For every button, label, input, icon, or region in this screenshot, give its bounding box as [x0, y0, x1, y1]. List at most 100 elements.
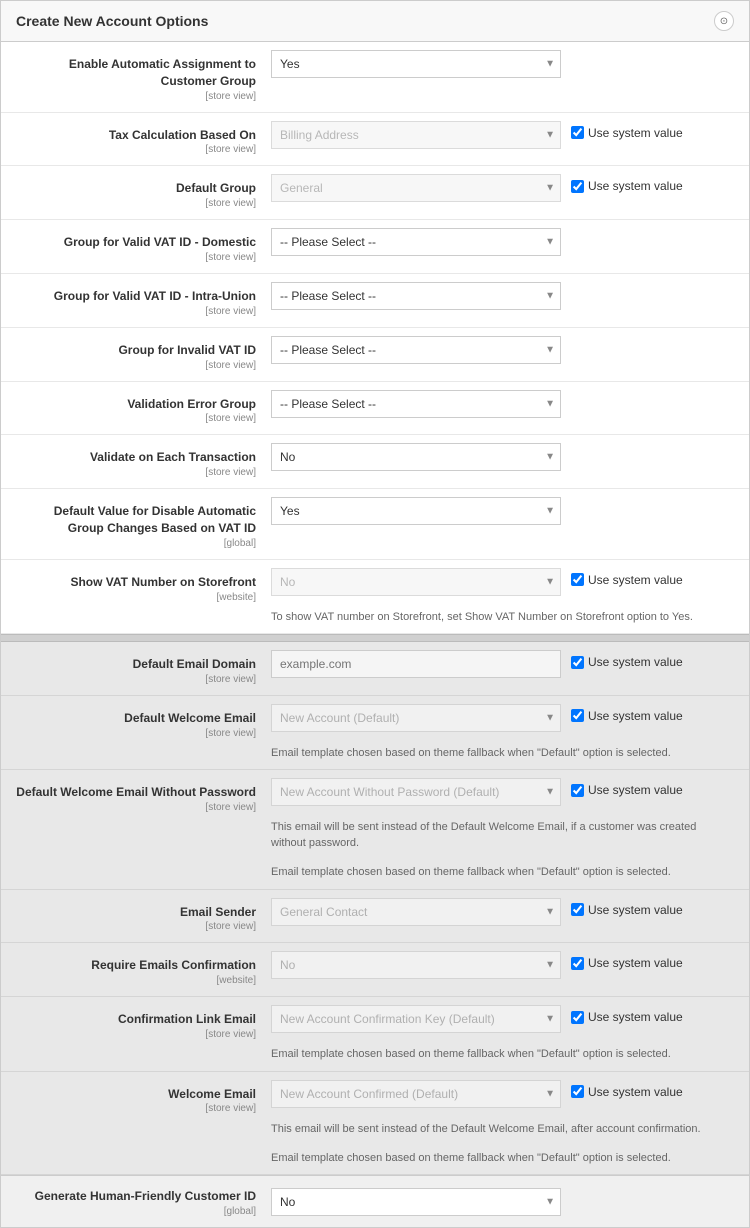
label-column: Default Welcome Email Without Password[s…: [16, 778, 271, 815]
system-value-checkbox[interactable]: [571, 180, 584, 193]
label-column: Email Sender[store view]: [16, 898, 271, 935]
system-value-container: Use system value: [571, 568, 683, 587]
system-value-container: Use system value: [571, 650, 683, 669]
select-wrapper: NoYes▼: [271, 951, 561, 979]
system-value-checkbox[interactable]: [571, 957, 584, 970]
table-row: Group for Valid VAT ID - Intra-Union[sto…: [1, 274, 749, 328]
field-select[interactable]: YesNo: [271, 497, 561, 525]
field-select[interactable]: NoYes: [271, 951, 561, 979]
field-label: Enable Automatic Assignment to Customer …: [69, 57, 256, 88]
field-scope: [store view]: [16, 359, 256, 373]
system-value-checkbox[interactable]: [571, 903, 584, 916]
system-value-label: Use system value: [588, 126, 683, 140]
control-column: -- Please Select --▼: [271, 282, 734, 310]
field-select[interactable]: New Account Without Password (Default): [271, 778, 561, 806]
field-select[interactable]: NoYes: [271, 568, 561, 596]
bottom-field-label: Generate Human-Friendly Customer ID: [35, 1189, 256, 1203]
field-select[interactable]: NoYes: [271, 443, 561, 471]
system-value-container: Use system value: [571, 898, 683, 917]
helper-text-1: This email will be sent instead of the D…: [271, 1122, 734, 1137]
field-label: Tax Calculation Based On: [109, 128, 256, 142]
bottom-control-col: No Yes ▼: [271, 1188, 734, 1216]
label-column: Show VAT Number on Storefront[website]: [16, 568, 271, 605]
field-select[interactable]: -- Please Select --: [271, 390, 561, 418]
field-scope: [store view]: [16, 466, 256, 480]
field-scope: [store view]: [16, 305, 256, 319]
system-value-checkbox[interactable]: [571, 573, 584, 586]
field-label: Default Group: [176, 181, 256, 195]
table-row: Enable Automatic Assignment to Customer …: [1, 42, 749, 113]
field-label: Require Emails Confirmation: [91, 958, 256, 972]
select-wrapper: NoYes▼: [271, 443, 561, 471]
system-value-checkbox[interactable]: [571, 126, 584, 139]
field-label: Validate on Each Transaction: [90, 450, 256, 464]
field-select[interactable]: New Account Confirmation Key (Default): [271, 1005, 561, 1033]
field-select[interactable]: New Account (Default): [271, 704, 561, 732]
field-label: Welcome Email: [168, 1087, 256, 1101]
label-column: Group for Valid VAT ID - Domestic[store …: [16, 228, 271, 265]
field-label: Default Welcome Email Without Password: [16, 785, 256, 799]
label-column: Tax Calculation Based On[store view]: [16, 121, 271, 158]
field-scope: [store view]: [16, 251, 256, 265]
system-value-checkbox[interactable]: [571, 784, 584, 797]
helper-text-2: Email template chosen based on theme fal…: [271, 1151, 734, 1166]
field-label: Default Value for Disable Automatic Grou…: [54, 504, 256, 535]
system-value-label: Use system value: [588, 179, 683, 193]
label-column: Group for Valid VAT ID - Intra-Union[sto…: [16, 282, 271, 319]
field-label: Email Sender: [180, 905, 256, 919]
section-divider: [1, 634, 749, 642]
table-row: Confirmation Link Email[store view]New A…: [1, 997, 749, 1071]
system-value-container: Use system value: [571, 951, 683, 970]
select-wrapper: -- Please Select --▼: [271, 228, 561, 256]
system-value-container: Use system value: [571, 1080, 683, 1099]
field-select[interactable]: -- Please Select --: [271, 228, 561, 256]
system-value-checkbox[interactable]: [571, 1085, 584, 1098]
field-select[interactable]: New Account Confirmed (Default): [271, 1080, 561, 1108]
field-label: Default Welcome Email: [124, 711, 256, 725]
system-value-checkbox[interactable]: [571, 656, 584, 669]
field-select[interactable]: GeneralWholesaleRetailer: [271, 174, 561, 202]
select-wrapper: -- Please Select --▼: [271, 282, 561, 310]
system-value-checkbox[interactable]: [571, 1011, 584, 1024]
select-wrapper: New Account Confirmation Key (Default)▼: [271, 1005, 561, 1033]
system-value-label: Use system value: [588, 709, 683, 723]
table-row: Default Email Domain[store view]Use syst…: [1, 642, 749, 696]
bottom-row: Generate Human-Friendly Customer ID [glo…: [1, 1175, 749, 1227]
control-column: General Contact▼Use system value: [271, 898, 734, 926]
field-scope: [website]: [16, 974, 256, 988]
select-wrapper: -- Please Select --▼: [271, 390, 561, 418]
field-label: Default Email Domain: [133, 657, 256, 671]
field-select[interactable]: Billing AddressShipping Address: [271, 121, 561, 149]
table-row: Group for Valid VAT ID - Domestic[store …: [1, 220, 749, 274]
field-select[interactable]: -- Please Select --: [271, 336, 561, 364]
label-column: Default Value for Disable Automatic Grou…: [16, 497, 271, 551]
field-select[interactable]: YesNo: [271, 50, 561, 78]
select-wrapper: New Account (Default)▼: [271, 704, 561, 732]
control-column: Use system value: [271, 650, 734, 678]
system-value-container: Use system value: [571, 121, 683, 140]
collapse-button[interactable]: ⊙: [714, 11, 734, 31]
bottom-field-scope: [global]: [16, 1205, 256, 1219]
system-value-container: Use system value: [571, 704, 683, 723]
field-scope: [store view]: [16, 90, 256, 104]
bottom-select[interactable]: No Yes: [271, 1188, 561, 1216]
table-row: Default Group [store view] GeneralWholesal…: [1, 166, 749, 220]
field-scope: [store view]: [16, 412, 256, 426]
table-row: Show VAT Number on Storefront[website]No…: [1, 560, 749, 634]
field-select[interactable]: -- Please Select --: [271, 282, 561, 310]
select-wrapper: New Account Confirmed (Default)▼: [271, 1080, 561, 1108]
control-column: GeneralWholesaleRetailer▼Use system valu…: [271, 174, 734, 202]
select-wrapper: Billing AddressShipping Address▼: [271, 121, 561, 149]
select-wrapper: -- Please Select --▼: [271, 336, 561, 364]
system-value-container: Use system value: [571, 174, 683, 193]
control-column: -- Please Select --▼: [271, 336, 734, 364]
control-column: Billing AddressShipping Address▼ Use syst…: [271, 121, 734, 149]
field-scope: [store view]: [16, 197, 256, 211]
field-scope: [store view]: [16, 920, 256, 934]
system-value-checkbox[interactable]: [571, 709, 584, 722]
table-row: Default Value for Disable Automatic Grou…: [1, 489, 749, 560]
field-scope: [website]: [16, 591, 256, 605]
field-input[interactable]: [271, 650, 561, 678]
field-select[interactable]: General Contact: [271, 898, 561, 926]
control-column: New Account Confirmation Key (Default)▼U…: [271, 1005, 734, 1062]
